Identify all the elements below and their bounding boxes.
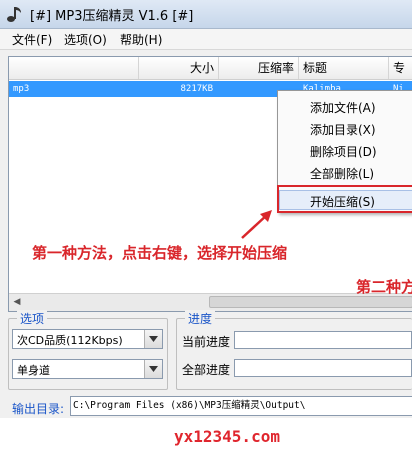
menu-file[interactable]: 文件(F) <box>12 31 52 48</box>
progress-group: 进度 <box>176 310 412 390</box>
context-menu: 添加文件(A) 添加目录(X) 删除项目(D) 全部删除(L) 开始压缩(S) <box>277 90 412 213</box>
scroll-thumb[interactable] <box>209 296 412 308</box>
menu-bar: 文件(F) 选项(O) 帮助(H) <box>0 29 412 50</box>
menu-options[interactable]: 选项(O) <box>64 31 107 48</box>
list-header: 大小 压缩率 标题 专 <box>9 57 412 80</box>
output-dir-label: 输出目录: <box>12 402 65 416</box>
watermark: yx12345.com <box>0 418 412 452</box>
progress-group-title: 进度 <box>185 310 216 327</box>
options-group: 选项 次CD品质(112Kbps) 单身道 <box>8 310 168 390</box>
cell-size: 8217KB <box>180 84 213 94</box>
output-dir-field[interactable]: C:\Program Files (x86)\MP3压缩精灵\Output\ <box>70 396 412 416</box>
channel-select[interactable]: 单身道 <box>12 359 163 379</box>
col-title[interactable]: 标题 <box>299 57 389 79</box>
horizontal-scrollbar[interactable]: ◀ <box>9 293 412 311</box>
watermark-text: yx12345.com <box>174 427 280 446</box>
quality-select[interactable]: 次CD品质(112Kbps) <box>12 329 163 349</box>
menu-delete-all[interactable]: 全部删除(L) <box>310 165 374 182</box>
total-progress-bar <box>234 359 412 377</box>
annotation-text-2: 第二种方 <box>356 278 412 296</box>
title-bar[interactable]: [#] MP3压缩精灵 V1.6 [#] <box>0 0 412 29</box>
window-title: [#] MP3压缩精灵 V1.6 [#] <box>30 9 194 24</box>
music-note-icon <box>7 7 21 22</box>
menu-add-file[interactable]: 添加文件(A) <box>310 99 376 116</box>
total-progress-label: 全部进度 <box>182 363 231 377</box>
cell-name: mp3 <box>13 84 30 94</box>
chevron-down-icon <box>149 366 158 372</box>
menu-add-folder[interactable]: 添加目录(X) <box>310 121 376 138</box>
col-ratio[interactable]: 压缩率 <box>219 57 299 79</box>
annotation-text: 第一种方法，点击右键，选择开始压缩 <box>32 244 288 262</box>
menu-start-compress[interactable]: 开始压缩(S) <box>310 193 375 210</box>
col-size[interactable]: 大小 <box>139 57 219 79</box>
current-progress-bar <box>234 331 412 349</box>
chevron-down-icon <box>149 336 158 342</box>
channel-value: 单身道 <box>17 364 50 377</box>
scroll-left-arrow-icon[interactable]: ◀ <box>11 296 23 308</box>
quality-value: 次CD品质(112Kbps) <box>17 334 123 347</box>
col-name[interactable] <box>9 57 139 79</box>
quality-dropdown-button[interactable] <box>144 330 162 348</box>
current-progress-label: 当前进度 <box>182 335 231 349</box>
options-group-title: 选项 <box>17 310 48 327</box>
menu-help[interactable]: 帮助(H) <box>120 31 162 48</box>
menu-delete-item[interactable]: 删除项目(D) <box>310 143 377 160</box>
col-album[interactable]: 专 <box>389 57 412 79</box>
menu-separator <box>308 185 412 186</box>
app-window: [#] MP3压缩精灵 V1.6 [#] 文件(F) 选项(O) 帮助(H) 大… <box>0 0 412 452</box>
channel-dropdown-button[interactable] <box>144 360 162 378</box>
